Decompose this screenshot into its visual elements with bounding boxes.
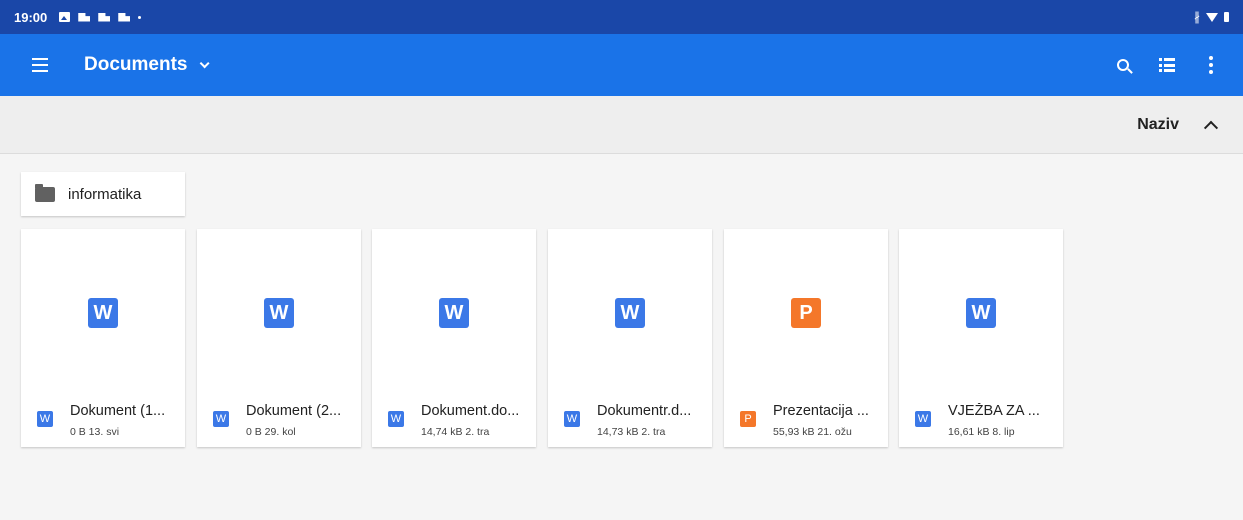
folder-name: informatika <box>68 185 142 203</box>
file-thumbnail: W <box>548 229 712 397</box>
file-card[interactable]: W W VJEŽBA ZA ... 16,61 kB 8. lip <box>899 229 1063 447</box>
word-doc-icon: W <box>615 298 645 328</box>
file-thumbnail: W <box>21 229 185 397</box>
word-doc-icon: W <box>264 298 294 328</box>
file-info: 0 B 13. svi <box>70 426 120 438</box>
sort-by-name-button[interactable]: Naziv <box>1137 116 1179 134</box>
file-name: Dokument.do... <box>421 403 520 419</box>
file-card[interactable]: W W Dokument (2... 0 B 29. kol <box>197 229 361 447</box>
list-view-icon <box>1159 58 1175 72</box>
sort-direction-button[interactable] <box>1199 113 1223 137</box>
image-notification-icon <box>59 12 71 22</box>
file-info: 16,61 kB 8. lip <box>948 426 1015 438</box>
more-vert-icon <box>1209 56 1213 74</box>
app-bar: Documents <box>0 34 1243 96</box>
word-doc-icon: W <box>439 298 469 328</box>
search-button[interactable] <box>1101 43 1145 87</box>
page-title: Documents <box>84 54 188 75</box>
more-options-button[interactable] <box>1189 43 1233 87</box>
file-info: 14,73 kB 2. tra <box>597 426 666 438</box>
word-doc-icon: W <box>564 411 580 427</box>
word-doc-icon: W <box>966 298 996 328</box>
file-meta: W Dokumentr.d... 14,73 kB 2. tra <box>548 397 712 447</box>
status-system-icons: ∦ <box>1194 10 1229 24</box>
word-doc-icon: W <box>213 411 229 427</box>
file-card[interactable]: W W Dokumentr.d... 14,73 kB 2. tra <box>548 229 712 447</box>
menu-icon[interactable] <box>20 45 60 85</box>
file-meta: P Prezentacija ... 55,93 kB 21. ožu <box>724 397 888 447</box>
battery-icon <box>1224 12 1229 22</box>
powerpoint-doc-icon: P <box>791 298 821 328</box>
notification-icon <box>98 12 111 22</box>
file-meta: W Dokument (1... 0 B 13. svi <box>21 397 185 447</box>
app-bar-actions <box>1101 43 1233 87</box>
file-meta: W VJEŽBA ZA ... 16,61 kB 8. lip <box>899 397 1063 447</box>
file-card[interactable]: W W Dokument.do... 14,74 kB 2. tra <box>372 229 536 447</box>
search-icon <box>1117 59 1129 71</box>
file-meta: W Dokument.do... 14,74 kB 2. tra <box>372 397 536 447</box>
word-doc-icon: W <box>88 298 118 328</box>
file-thumbnail: W <box>899 229 1063 397</box>
chevron-down-icon <box>200 57 211 68</box>
word-doc-icon: W <box>37 411 53 427</box>
bluetooth-icon: ∦ <box>1194 10 1200 24</box>
file-name: Dokumentr.d... <box>597 403 692 419</box>
word-doc-icon: W <box>388 411 404 427</box>
folder-icon <box>35 183 55 202</box>
file-name: Dokument (2... <box>246 403 342 419</box>
file-name: VJEŽBA ZA ... <box>948 403 1040 419</box>
file-card[interactable]: P P Prezentacija ... 55,93 kB 21. ožu <box>724 229 888 447</box>
file-card[interactable]: W W Dokument (1... 0 B 13. svi <box>21 229 185 447</box>
file-info: 0 B 29. kol <box>246 426 296 438</box>
file-thumbnail: W <box>197 229 361 397</box>
more-notifications-icon <box>138 15 142 19</box>
status-bar: 19:00 ∦ <box>0 0 1243 34</box>
powerpoint-doc-icon: P <box>740 411 756 427</box>
file-info: 14,74 kB 2. tra <box>421 426 490 438</box>
folder-item[interactable]: informatika <box>21 172 185 216</box>
location-dropdown[interactable]: Documents <box>84 54 211 76</box>
word-doc-icon: W <box>915 411 931 427</box>
notification-icon <box>118 12 131 22</box>
chevron-up-icon <box>1203 120 1219 135</box>
status-time: 19:00 <box>14 9 48 25</box>
sort-bar: Naziv <box>0 96 1243 154</box>
file-name: Dokument (1... <box>70 403 166 419</box>
wifi-icon <box>1206 12 1218 22</box>
file-thumbnail: P <box>724 229 888 397</box>
status-notification-icons <box>59 12 142 22</box>
file-info: 55,93 kB 21. ožu <box>773 426 852 438</box>
list-view-button[interactable] <box>1145 43 1189 87</box>
file-meta: W Dokument (2... 0 B 29. kol <box>197 397 361 447</box>
file-name: Prezentacija ... <box>773 403 869 419</box>
notification-icon <box>78 12 91 22</box>
file-thumbnail: W <box>372 229 536 397</box>
